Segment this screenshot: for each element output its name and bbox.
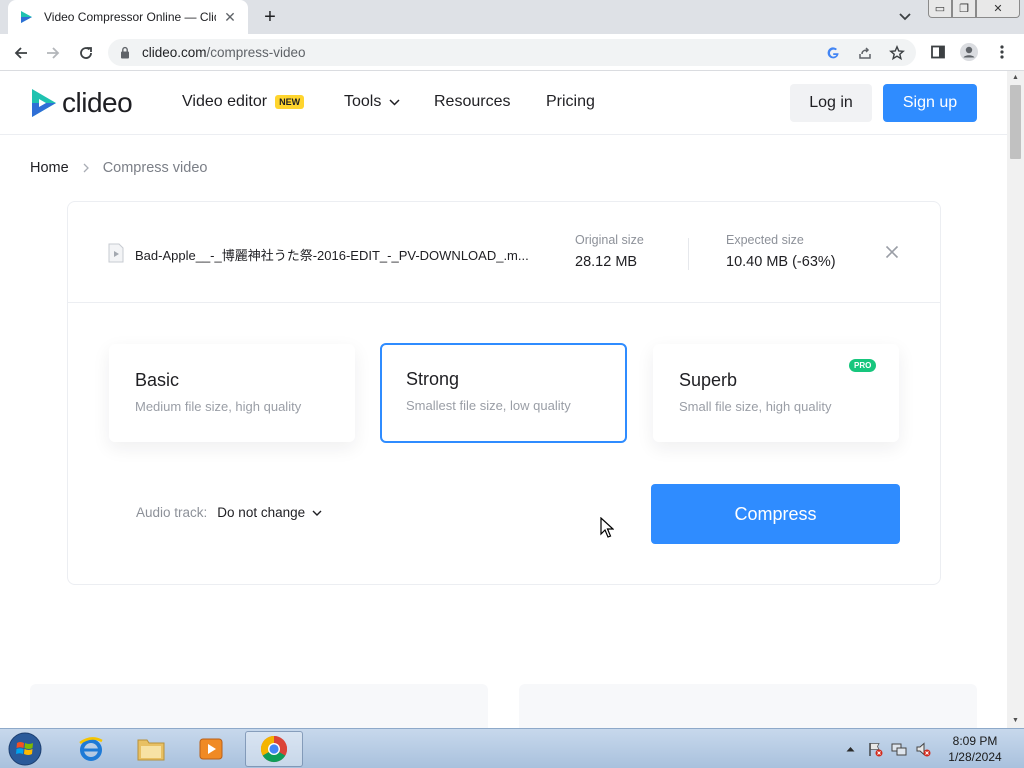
scroll-up-arrow-icon[interactable]: ▲ <box>1007 71 1024 85</box>
network-icon[interactable] <box>891 741 907 757</box>
mouse-cursor-icon <box>600 516 615 538</box>
file-name: Bad-Apple__-_博麗神社うた祭-2016-EDIT_-_PV-DOWN… <box>135 248 529 263</box>
mode-card-strong[interactable]: Strong Smallest file size, low quality <box>380 343 627 443</box>
expected-size-value: 10.40 MB (-63%) <box>726 254 836 270</box>
mode-description: Smallest file size, low quality <box>406 398 571 413</box>
browser-tab[interactable]: Video Compressor Online — Clid ✕ <box>8 0 248 34</box>
address-bar[interactable]: clideo.com/compress-video <box>108 39 916 66</box>
google-translate-icon[interactable] <box>824 44 842 62</box>
promo-card-left <box>30 684 488 728</box>
close-icon[interactable] <box>882 242 902 262</box>
windows-logo-icon <box>8 732 42 766</box>
window-minimize-button[interactable]: ▭ <box>928 0 952 18</box>
taskbar-clock[interactable]: 8:09 PM 1/28/2024 <box>940 733 1010 765</box>
share-icon[interactable] <box>856 44 874 62</box>
page-scrollbar[interactable]: ▲ ▼ <box>1007 71 1024 728</box>
expected-size: Expected size 10.40 MB (-63%) <box>726 233 836 270</box>
nav-tools[interactable]: Tools <box>344 93 400 111</box>
clideo-logo[interactable]: clideo <box>30 87 133 119</box>
window-restore-button[interactable]: ❐ <box>952 0 976 18</box>
mode-card-superb[interactable]: Superb Small file size, high quality PRO <box>653 344 899 442</box>
mode-title: Basic <box>135 370 180 390</box>
breadcrumb: Home Compress video <box>30 160 207 176</box>
internet-explorer-icon <box>79 737 103 761</box>
window-close-button[interactable]: ✕ <box>976 0 1020 18</box>
reload-icon[interactable] <box>75 42 97 64</box>
chevron-down-icon <box>312 510 322 516</box>
nav-pricing[interactable]: Pricing <box>546 93 595 111</box>
tab-title: Video Compressor Online — Clid <box>44 10 216 24</box>
url-host: clideo.com <box>142 45 207 60</box>
taskbar-chrome[interactable] <box>245 731 303 767</box>
mode-description: Medium file size, high quality <box>135 399 302 414</box>
video-file-icon <box>108 243 124 263</box>
login-button[interactable]: Log in <box>790 84 872 122</box>
clock-time: 8:09 PM <box>952 734 998 748</box>
forward-arrow-icon[interactable] <box>42 42 64 64</box>
clock-date: 1/28/2024 <box>948 750 1002 764</box>
promo-card-right <box>519 684 977 728</box>
audio-track-label: Audio track: <box>136 505 208 520</box>
original-size: Original size 28.12 MB <box>575 233 644 270</box>
expected-size-label: Expected size <box>726 233 804 247</box>
windows-taskbar: 8:09 PM 1/28/2024 <box>0 728 1024 768</box>
chevron-right-icon <box>83 163 89 173</box>
scroll-down-arrow-icon[interactable]: ▼ <box>1007 714 1024 728</box>
taskbar-file-explorer[interactable] <box>122 731 180 767</box>
taskbar-internet-explorer[interactable] <box>62 731 120 767</box>
volume-muted-icon[interactable] <box>915 741 931 757</box>
original-size-label: Original size <box>575 233 644 247</box>
nav-video-editor-label: Video editor <box>182 93 268 110</box>
clideo-play-icon <box>18 9 34 25</box>
audio-track-value: Do not change <box>217 505 306 520</box>
bookmark-star-icon[interactable] <box>888 44 906 62</box>
chevron-down-icon <box>389 98 400 106</box>
taskbar-media-player[interactable] <box>182 731 240 767</box>
breadcrumb-current: Compress video <box>102 160 208 176</box>
file-info-row: Bad-Apple__-_博麗神社うた祭-2016-EDIT_-_PV-DOWN… <box>68 202 940 303</box>
side-panel-icon[interactable] <box>928 42 948 62</box>
chrome-icon <box>260 735 288 763</box>
browser-menu-icon[interactable] <box>992 42 1012 62</box>
pro-badge: PRO <box>849 359 877 372</box>
original-size-value: 28.12 MB <box>575 254 638 270</box>
nav-resources[interactable]: Resources <box>434 93 510 111</box>
folder-icon <box>137 739 165 761</box>
page-viewport: clideo Video editor NEW Tools Resources … <box>0 71 1007 728</box>
mode-title: Superb <box>679 370 738 390</box>
audio-track-select[interactable]: Do not change <box>217 505 322 520</box>
size-divider <box>688 238 689 270</box>
new-tab-button[interactable]: + <box>258 6 282 28</box>
url-path: /compress-video <box>206 45 306 60</box>
nav-tools-label: Tools <box>344 93 382 110</box>
site-header: clideo Video editor NEW Tools Resources … <box>0 71 1007 135</box>
start-button[interactable] <box>5 731 45 767</box>
nav-pricing-label: Pricing <box>546 93 595 110</box>
lock-icon <box>120 46 130 59</box>
mode-title: Strong <box>406 369 460 389</box>
media-player-icon <box>199 738 223 760</box>
profile-avatar-icon[interactable] <box>959 42 979 62</box>
logo-text: clideo <box>62 87 133 118</box>
tray-expand-icon[interactable] <box>843 742 857 756</box>
tab-close-icon[interactable]: ✕ <box>222 9 238 26</box>
tab-search-icon[interactable] <box>896 8 914 26</box>
action-center-flag-icon[interactable] <box>867 741 883 757</box>
back-arrow-icon[interactable] <box>10 42 32 64</box>
signup-button[interactable]: Sign up <box>883 84 977 122</box>
compress-button[interactable]: Compress <box>651 484 900 544</box>
mode-description: Small file size, high quality <box>679 399 832 414</box>
new-badge: NEW <box>275 95 305 109</box>
clideo-logo-icon <box>32 89 56 117</box>
browser-tab-strip: Video Compressor Online — Clid ✕ + ▭ ❐ ✕ <box>0 0 1024 34</box>
audio-track-row: Audio track: Do not change <box>136 505 322 520</box>
browser-toolbar: clideo.com/compress-video <box>0 34 1024 71</box>
nav-resources-label: Resources <box>434 93 511 110</box>
scroll-thumb[interactable] <box>1010 85 1021 159</box>
compress-panel: Bad-Apple__-_博麗神社うた祭-2016-EDIT_-_PV-DOWN… <box>67 201 941 585</box>
nav-video-editor[interactable]: Video editor NEW <box>182 93 305 111</box>
breadcrumb-home[interactable]: Home <box>30 160 69 176</box>
url-text: clideo.com/compress-video <box>142 45 306 60</box>
mode-card-basic[interactable]: Basic Medium file size, high quality <box>109 344 355 442</box>
